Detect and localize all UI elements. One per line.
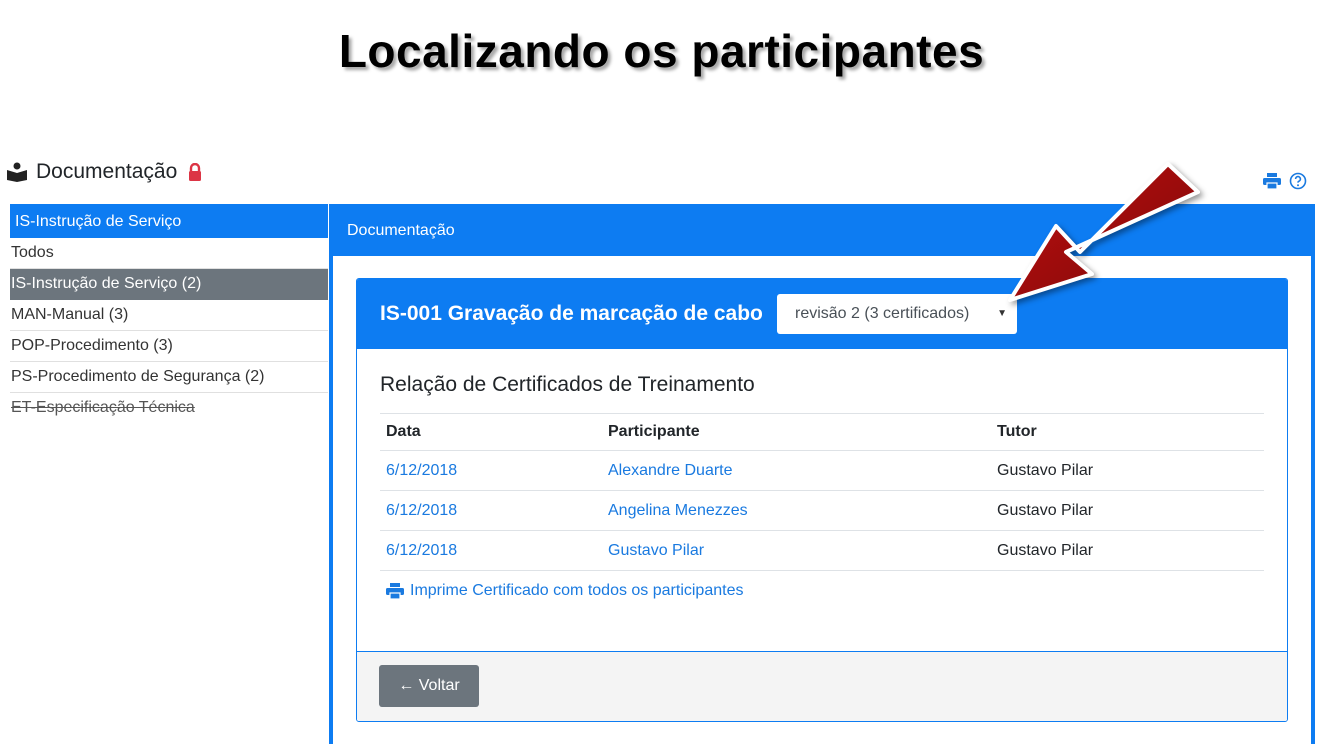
table-row: 6/12/2018 Gustavo Pilar Gustavo Pilar	[380, 530, 1264, 571]
date-link[interactable]: 6/12/2018	[386, 502, 457, 519]
back-button[interactable]: ← Voltar	[379, 665, 479, 707]
document-card: IS-001 Gravação de marcação de cabo revi…	[356, 278, 1288, 722]
sidebar: IS-Instrução de Serviço Todos IS-Instruç…	[10, 204, 328, 423]
sidebar-item-especificacao-tecnica[interactable]: ET-Especificação Técnica	[10, 393, 328, 423]
sidebar-item-manual[interactable]: MAN-Manual (3)	[10, 300, 328, 331]
sidebar-item-procedimento-seguranca[interactable]: PS-Procedimento de Segurança (2)	[10, 362, 328, 393]
print-icon	[386, 583, 404, 599]
tutor-cell: Gustavo Pilar	[991, 450, 1264, 491]
table-header-row: Data Participante Tutor	[380, 414, 1264, 451]
date-link[interactable]: 6/12/2018	[386, 542, 457, 559]
print-all-certificates-link[interactable]: Imprime Certificado com todos os partici…	[380, 582, 1264, 600]
book-reader-icon	[7, 162, 27, 182]
participant-link[interactable]: Alexandre Duarte	[608, 462, 733, 479]
tutor-cell: Gustavo Pilar	[991, 530, 1264, 571]
help-circle-icon[interactable]	[1289, 172, 1307, 190]
page-title: Documentação	[36, 160, 178, 183]
table-row: 6/12/2018 Alexandre Duarte Gustavo Pilar	[380, 450, 1264, 491]
sidebar-item-instrucao-servico[interactable]: IS-Instrução de Serviço (2)	[10, 269, 328, 300]
page-header: Documentação	[6, 160, 203, 184]
section-title: Relação de Certificados de Treinamento	[380, 373, 1264, 414]
participant-link[interactable]: Gustavo Pilar	[608, 542, 704, 559]
column-header-participante: Participante	[602, 414, 991, 451]
annotation-arrow-icon	[1008, 162, 1200, 302]
header-tools	[1263, 172, 1307, 190]
column-header-data: Data	[380, 414, 602, 451]
card-body: Relação de Certificados de Treinamento D…	[380, 349, 1264, 600]
lock-icon	[189, 163, 202, 181]
sidebar-item-procedimento[interactable]: POP-Procedimento (3)	[10, 331, 328, 362]
slide-title: Localizando os participantes	[338, 25, 985, 77]
card-footer: ← Voltar	[357, 651, 1287, 721]
column-header-tutor: Tutor	[991, 414, 1264, 451]
print-link-label: Imprime Certificado com todos os partici…	[410, 582, 744, 599]
sidebar-item-todos[interactable]: Todos	[10, 238, 328, 269]
table-row: 6/12/2018 Angelina Menezzes Gustavo Pila…	[380, 490, 1264, 531]
revision-select[interactable]: revisão 2 (3 certificados) ▼	[777, 294, 1017, 334]
revision-select-value: revisão 2 (3 certificados)	[795, 305, 970, 322]
sidebar-active-category[interactable]: IS-Instrução de Serviço	[10, 204, 328, 238]
participant-link[interactable]: Angelina Menezzes	[608, 502, 748, 519]
tutor-cell: Gustavo Pilar	[991, 490, 1264, 531]
print-icon[interactable]	[1263, 173, 1281, 189]
date-link[interactable]: 6/12/2018	[386, 462, 457, 479]
certificates-table: Data Participante Tutor 6/12/2018 Alexan…	[380, 414, 1264, 571]
document-title: IS-001 Gravação de marcação de cabo	[380, 302, 763, 325]
panel-title: Documentação	[347, 222, 455, 239]
